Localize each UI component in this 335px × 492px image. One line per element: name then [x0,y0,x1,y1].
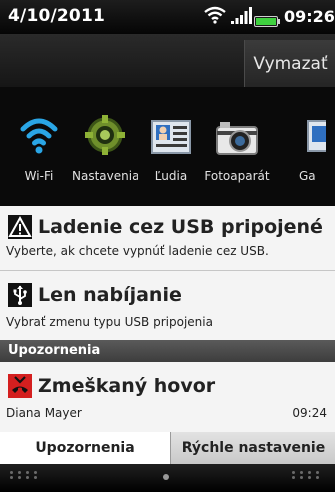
warning-icon [8,215,32,239]
quick-item-label: Ga [299,169,316,183]
clear-button[interactable]: Vymazať [244,40,335,87]
notification-title: Len nabíjanie [38,284,182,306]
bottom-tabs: Upozornenia Rýchle nastavenie [0,432,335,464]
grip-right-icon [292,471,322,479]
section-header-label: Upozornenia [8,343,101,358]
quick-item-people[interactable]: Ľudia [138,107,204,197]
drag-handle-bar[interactable] [0,464,335,492]
quick-item-wifi[interactable]: Wi-Fi [6,107,72,197]
camera-icon [216,122,258,155]
people-icon [151,120,191,154]
notification-title: Ladenie cez USB pripojené [38,216,323,238]
notification-usb-debugging[interactable]: Ladenie cez USB pripojené Vyberte, ak ch… [0,206,335,270]
clear-row: Vymazať [0,34,335,87]
quick-icons-row: Wi-Fi Nastavenia Ľudia Fotoaparát Ga [0,87,335,206]
status-date: 4/10/2011 [8,6,106,26]
battery-icon [254,12,280,31]
settings-gear-icon [85,115,125,155]
notification-subtitle: Vyberte, ak chcete vypnúť ladenie cez US… [6,244,269,258]
missed-call-caller: Diana Mayer [6,406,82,420]
tab-notifications[interactable]: Upozornenia [0,432,170,464]
usb-icon [8,283,32,307]
quick-item-label: Ľudia [154,169,188,183]
grip-left-icon [10,471,40,479]
quick-item-label: Wi-Fi [24,169,54,183]
notification-title: Zmeškaný hovor [38,375,216,397]
notification-subtitle: Vybrať zmenu typu USB pripojenia [6,315,213,329]
signal-strength-icon [230,7,252,29]
notification-usb-charging[interactable]: Len nabíjanie Vybrať zmenu typu USB prip… [0,271,335,340]
missed-call-time: 09:24 [292,406,327,420]
quick-item-label: Fotoaparát [204,169,270,183]
notification-missed-call[interactable]: Zmeškaný hovor Diana Mayer 09:24 [0,362,335,432]
quick-item-settings[interactable]: Nastavenia [72,107,138,197]
tab-quick-settings[interactable]: Rýchle nastavenie [170,432,335,464]
gallery-icon [307,120,326,152]
quick-item-label: Nastavenia [72,169,138,183]
status-time: 09:26 [284,7,335,26]
handle-center-dot-icon [163,474,169,480]
notifications-section-header: Upozornenia [0,340,335,362]
status-bar: 4/10/2011 09:26 [0,0,335,34]
wifi-status-icon [204,6,226,28]
quick-item-gallery[interactable]: Ga [296,107,335,197]
missed-call-icon [8,374,32,398]
quick-item-camera[interactable]: Fotoaparát [204,107,270,197]
wifi-icon [20,118,58,154]
